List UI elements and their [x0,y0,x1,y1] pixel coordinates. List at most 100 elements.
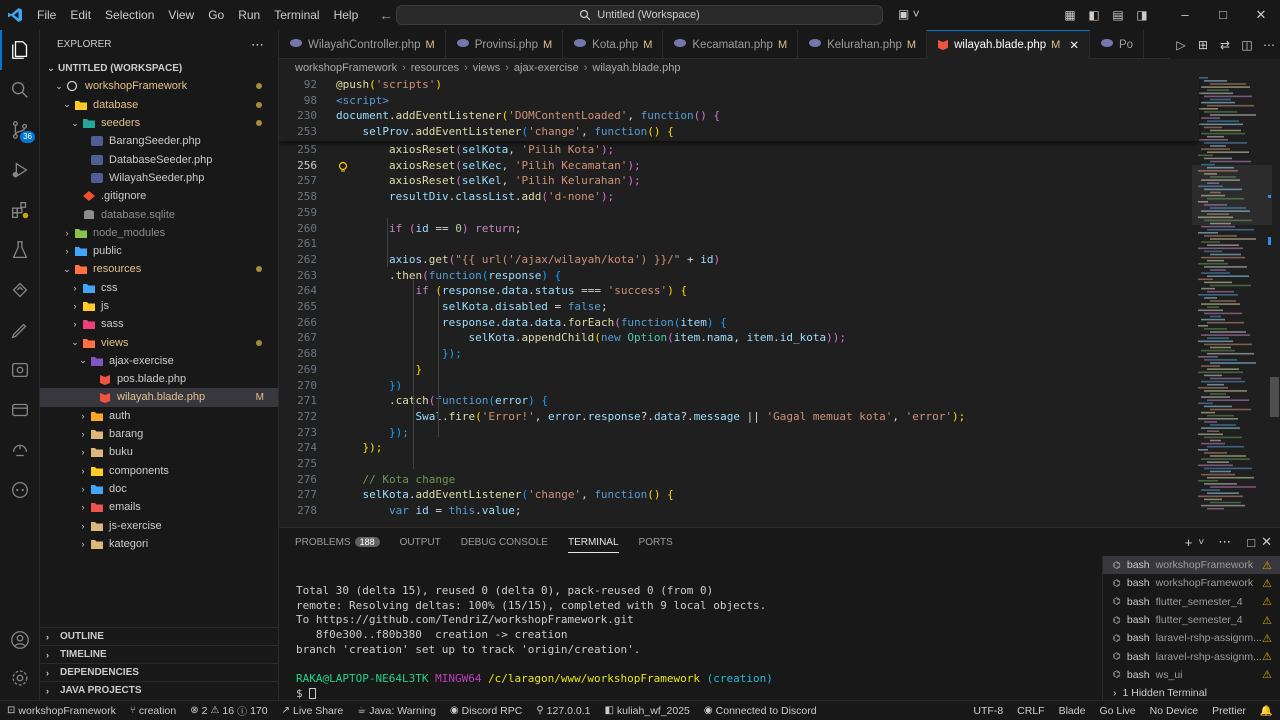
close-window-icon[interactable]: ✕ [1242,7,1280,23]
status-item[interactable]: ↗ Live Share [275,705,351,717]
tree-folder[interactable]: › components [40,462,278,480]
breadcrumb-item[interactable]: wilayah.blade.php [592,62,680,74]
terminal-list-item[interactable]: ⌬ bash ws_ui ⚠ [1103,666,1280,684]
minimap-viewport[interactable] [1192,165,1272,225]
more-actions-icon[interactable]: ⋯ [1258,38,1280,52]
tree-file[interactable]: .gitignore [40,187,278,205]
tree-folder[interactable]: ⌄ workshopFramework [40,77,278,95]
tree-folder[interactable]: › sass [40,315,278,333]
menu-item-go[interactable]: Go [201,8,231,22]
section-java-projects[interactable]: › JAVA PROJECTS [40,681,278,699]
menu-item-terminal[interactable]: Terminal [267,8,326,22]
maximize-icon[interactable]: □ [1204,7,1242,23]
terminal-list-item[interactable]: ⌬ bash flutter_semester_4 ⚠ [1103,611,1280,629]
menu-item-file[interactable]: File [30,8,63,22]
editor-tab[interactable]: Po [1090,30,1145,59]
status-item[interactable]: ⚲ 127.0.0.1 [529,705,597,717]
breadcrumb-item[interactable]: ajax-exercise [514,62,579,74]
notifications-bell-icon[interactable]: 🔔 [1253,704,1280,717]
tree-folder[interactable]: › buku [40,443,278,461]
terminal-list-item[interactable]: ⌬ bash workshopFramework ⚠ [1103,556,1280,575]
menu-item-view[interactable]: View [161,8,201,22]
terminal-list-item[interactable]: ⌬ bash workshopFramework ⚠ [1103,574,1280,592]
toggle-sidebar-icon[interactable]: ◧ [1082,8,1106,22]
tree-folder[interactable]: › kategori [40,535,278,553]
tree-folder[interactable]: › emails [40,498,278,516]
menu-item-run[interactable]: Run [231,8,267,22]
tree-folder[interactable]: › css [40,279,278,297]
run-debug-icon[interactable] [0,150,40,190]
tree-folder[interactable]: › barang [40,425,278,443]
status-item[interactable]: Go Live [1092,704,1142,717]
github-icon[interactable] [0,470,40,510]
section-outline[interactable]: › OUTLINE [40,627,278,645]
panel-tab-debug-console[interactable]: DEBUG CONSOLE [461,537,548,548]
tree-folder[interactable]: ⌄ views [40,333,278,351]
status-item[interactable]: ◉ Discord RPC [443,705,529,717]
run-icon[interactable]: ▷ [1170,38,1192,52]
extensions-icon[interactable] [0,190,40,230]
panel-tab-problems[interactable]: PROBLEMS 188 [295,536,380,548]
breadcrumb-item[interactable]: workshopFramework [295,62,397,74]
tree-folder[interactable]: › doc [40,480,278,498]
status-item[interactable]: ⊗ 2 ⚠ 16 ⓘ 170 [183,703,274,719]
testing-icon[interactable] [0,230,40,270]
tree-file[interactable]: BarangSeeder.php [40,132,278,150]
tree-folder[interactable]: › public [40,242,278,260]
panel-tab-ports[interactable]: PORTS [639,537,673,548]
breadcrumb-item[interactable]: resources [411,62,459,74]
source-control-icon[interactable]: 36 [0,110,40,150]
status-item[interactable]: ⊡ workshopFramework [0,705,123,717]
tree-folder[interactable]: ⌄ database [40,96,278,114]
explorer-icon[interactable] [0,30,40,70]
account-icon[interactable] [0,620,40,660]
tree-folder[interactable]: ⌄ ajax-exercise [40,352,278,370]
tree-folder[interactable]: › node_modules [40,224,278,242]
status-item[interactable]: No Device [1143,704,1205,717]
sticky-scroll[interactable]: 92 @push('scripts') 98 <script> 230 document.… [279,77,1199,141]
menu-item-edit[interactable]: Edit [63,8,98,22]
toggle-secondary-sidebar-icon[interactable]: ◨ [1130,8,1154,22]
status-item[interactable]: ◉ Connected to Discord [697,705,824,717]
breadcrumb-item[interactable]: views [473,62,501,74]
tree-folder[interactable]: › js-exercise [40,516,278,534]
close-tab-icon[interactable]: ✕ [1069,38,1079,52]
code-editor[interactable]: 254 var id = this.value;255 axiosReset(s… [279,77,1280,527]
tree-file[interactable]: pos.blade.php [40,370,278,388]
tree-folder[interactable]: › js [40,297,278,315]
workspace-header[interactable]: ⌄ UNTITLED (WORKSPACE) [40,59,278,77]
menu-item-help[interactable]: Help [327,8,366,22]
panel-tab-terminal[interactable]: TERMINAL [567,532,619,553]
terminal-output[interactable]: Total 30 (delta 15), reused 0 (delta 0),… [296,584,1096,702]
status-item[interactable]: ⑂ creation [123,705,183,717]
editor-scrollbar[interactable] [1268,77,1280,527]
editor-tab[interactable]: Kecamatan.php M [663,30,799,59]
terminal-list-item[interactable]: ⌬ bash laravel-rshp-assignm... ⚠ [1103,647,1280,665]
editor-tab[interactable]: Kelurahan.php M [798,30,928,59]
scrollbar-thumb[interactable] [1270,377,1279,417]
search-icon[interactable] [0,70,40,110]
terminal-list-item[interactable]: ⌬ bash laravel-rshp-assignm... ⚠ [1103,629,1280,647]
tree-file[interactable]: DatabaseSeeder.php [40,150,278,168]
editor-tab[interactable]: Provinsi.php M [446,30,564,59]
maximize-panel-icon[interactable]: □ [1247,535,1255,550]
section-timeline[interactable]: › TIMELINE [40,645,278,663]
database-icon[interactable] [0,390,40,430]
editor-tab[interactable]: WilayahController.php M [279,30,446,59]
pen-icon[interactable] [0,310,40,350]
tree-folder[interactable]: ›layouts [40,553,278,555]
close-panel-icon[interactable]: ✕ [1261,534,1272,550]
status-item[interactable]: Blade [1052,704,1093,717]
new-terminal-icon[interactable]: + [1185,535,1193,550]
section-dependencies[interactable]: › DEPENDENCIES [40,663,278,681]
minimize-icon[interactable]: – [1166,7,1204,23]
tree-file[interactable]: database.sqlite [40,205,278,223]
tree-folder[interactable]: › auth [40,407,278,425]
settings-gear-icon[interactable] [0,658,40,698]
tree-folder[interactable]: ⌄ seeders [40,114,278,132]
git-compare-icon[interactable]: ⇄ [1214,38,1236,52]
code-action-icon[interactable] [337,161,349,176]
menu-item-selection[interactable]: Selection [98,8,161,22]
more-actions-icon[interactable]: ⋯ [251,37,264,53]
copilot-icon[interactable]: ▣ ˅ [898,7,920,21]
